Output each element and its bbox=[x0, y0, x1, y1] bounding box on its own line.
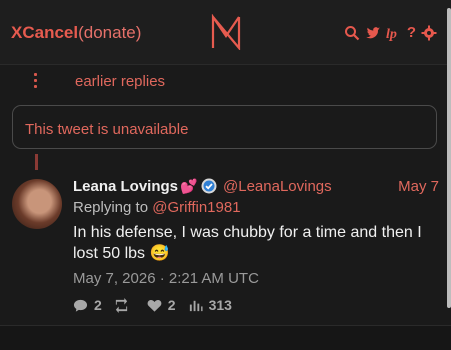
reply-stat[interactable]: 2 bbox=[73, 297, 102, 313]
like-count: 2 bbox=[167, 297, 176, 313]
author-name[interactable]: Leana Lovings bbox=[73, 178, 178, 195]
heart-icon bbox=[147, 299, 162, 312]
bird-icon[interactable] bbox=[365, 25, 381, 41]
donate-link[interactable]: (donate) bbox=[78, 23, 141, 42]
unavailable-tweet-card: This tweet is unavailable bbox=[12, 105, 437, 149]
replying-to: Replying to @Griffin1981 bbox=[73, 199, 241, 216]
gear-icon[interactable] bbox=[421, 25, 437, 41]
header-tools: lp ? bbox=[344, 24, 437, 41]
avatar[interactable] bbox=[12, 179, 62, 229]
replying-handle-link[interactable]: @Griffin1981 bbox=[152, 199, 240, 216]
like-stat[interactable]: 2 bbox=[147, 297, 176, 313]
retweet-stat[interactable] bbox=[114, 297, 135, 313]
tweet-timestamp[interactable]: May 7, 2026 · 2:21 AM UTC bbox=[73, 270, 259, 287]
brand-link[interactable]: XCancel(donate) bbox=[11, 23, 141, 43]
footer-strip bbox=[0, 326, 451, 350]
author-handle[interactable]: @LeanaLovings bbox=[223, 178, 332, 195]
verified-badge-icon bbox=[201, 178, 217, 194]
tweet[interactable]: Leana Lovings 💕 @LeanaLovings May 7 Repl… bbox=[0, 170, 451, 325]
reply-count: 2 bbox=[94, 297, 102, 313]
thread-connector bbox=[35, 154, 38, 170]
tweet-text: In his defense, I was chubby for a time … bbox=[73, 224, 422, 262]
comment-icon bbox=[73, 299, 88, 312]
tweet-date[interactable]: May 7 bbox=[398, 178, 439, 195]
earlier-replies-row[interactable]: earlier replies bbox=[0, 64, 451, 100]
nitter-logo-icon[interactable] bbox=[210, 14, 242, 50]
top-navbar: XCancel(donate) lp ? bbox=[0, 0, 451, 65]
tweet-stats: 2 2 313 bbox=[73, 297, 232, 313]
replying-prefix: Replying to bbox=[73, 199, 153, 216]
more-dots-icon bbox=[34, 73, 38, 89]
help-icon[interactable]: ? bbox=[407, 24, 416, 41]
view-count: 313 bbox=[208, 297, 232, 313]
views-chart-icon bbox=[189, 300, 203, 311]
earlier-replies-link[interactable]: earlier replies bbox=[75, 73, 165, 90]
retweet-icon bbox=[115, 297, 127, 313]
unavailable-text: This tweet is unavailable bbox=[25, 121, 189, 138]
lp-icon[interactable]: lp bbox=[386, 25, 402, 41]
brand-name[interactable]: XCancel bbox=[11, 23, 78, 42]
views-stat[interactable]: 313 bbox=[188, 297, 232, 313]
heart-badge-icon: 💕 bbox=[180, 178, 198, 194]
search-icon[interactable] bbox=[344, 25, 360, 41]
svg-text:lp: lp bbox=[386, 27, 397, 41]
